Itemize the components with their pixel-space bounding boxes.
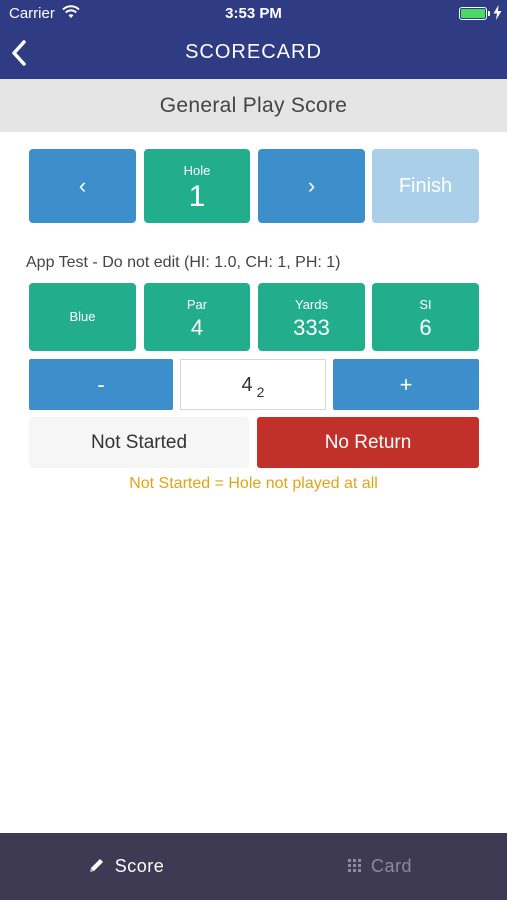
tab-bar: Score Card [0, 833, 507, 900]
par-tile: Par 4 [144, 283, 250, 351]
yards-value: 333 [293, 315, 330, 340]
hole-label: Hole [183, 163, 211, 178]
si-value: 6 [419, 315, 432, 340]
no-return-button[interactable]: No Return [257, 417, 479, 468]
not-started-button[interactable]: Not Started [29, 417, 249, 468]
par-label: Par [186, 297, 208, 312]
stroke-index-tile: SI 6 [372, 283, 479, 351]
battery-icon [459, 7, 487, 20]
points-value: 2 [256, 384, 265, 400]
yards-label: Yards [295, 297, 328, 312]
decrease-score-button[interactable]: - [29, 359, 173, 410]
pencil-icon [89, 859, 103, 873]
page-title: SCORECARD [185, 41, 322, 63]
hint-text: Not Started = Hole not played at all [129, 475, 378, 492]
tab-score[interactable]: Score [0, 833, 253, 900]
chevron-right-icon: › [307, 173, 316, 198]
tab-card-label: Card [370, 856, 412, 876]
next-hole-button[interactable]: › [258, 149, 365, 223]
previous-hole-button[interactable]: ‹ [29, 149, 136, 223]
tee-label: Blue [69, 309, 96, 324]
increase-score-button[interactable]: + [333, 359, 479, 410]
tab-score-label: Score [114, 856, 165, 876]
tee-tile: Blue [29, 283, 136, 351]
score-display[interactable]: 42 [180, 359, 326, 410]
charging-icon [493, 5, 502, 20]
finish-button[interactable]: Finish [372, 149, 479, 223]
grid-icon [347, 858, 361, 872]
score-value: 4 [241, 374, 253, 396]
status-bar: Carrier 3:53 PM [0, 0, 507, 28]
clock: 3:53 PM [225, 5, 282, 22]
yards-tile: Yards 333 [258, 283, 365, 351]
hole-indicator: Hole 1 [144, 149, 250, 223]
chevron-left-icon: ‹ [78, 173, 87, 198]
section-title: General Play Score [0, 79, 507, 132]
si-label: SI [419, 297, 432, 312]
hole-number: 1 [188, 180, 206, 213]
battery-tip [488, 11, 490, 16]
player-info: App Test - Do not edit (HI: 1.0, CH: 1, … [26, 254, 341, 271]
tab-card[interactable]: Card [253, 833, 507, 900]
par-value: 4 [190, 315, 204, 340]
nav-bar: SCORECARD [0, 28, 507, 79]
